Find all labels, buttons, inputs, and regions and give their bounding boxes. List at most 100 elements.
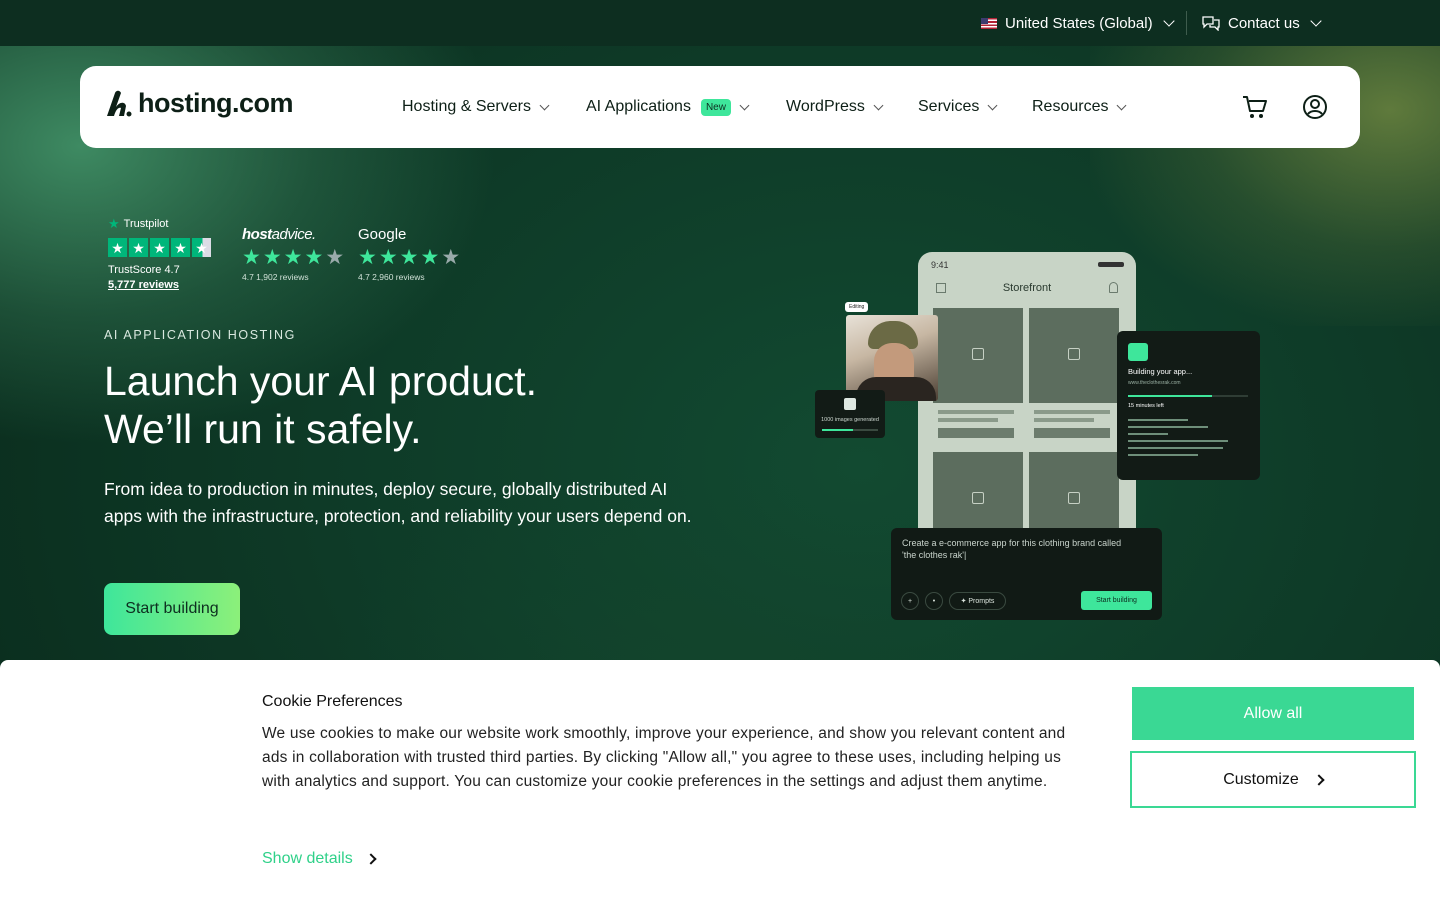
nav-label: Resources (1032, 98, 1109, 115)
region-label: United States (Global) (1005, 14, 1153, 32)
trustpilot-brand: Trustpilot (123, 218, 169, 230)
start-building-button[interactable]: Start building (104, 583, 240, 635)
cookie-banner: Cookie Preferences We use cookies to mak… (0, 660, 1440, 900)
app-logo-icon (1128, 343, 1148, 361)
cart-icon[interactable] (1242, 94, 1268, 120)
star-icon: ★ (378, 246, 398, 269)
nav-services[interactable]: Services (918, 66, 998, 148)
text-placeholder (1034, 410, 1110, 414)
google-rating[interactable]: Google ★ ★ ★ ★ ★ 4.7 2,960 reviews (358, 226, 460, 282)
hostadvice-stars: ★ ★ ★ ★ ★ (242, 247, 344, 268)
star-icon: ★ (262, 246, 282, 269)
code-line (1128, 419, 1188, 421)
trustpilot-star-icon: ★ (108, 216, 120, 231)
account-icon[interactable] (1302, 94, 1328, 120)
image-placeholder-icon (1068, 492, 1080, 504)
star-icon: ★ (304, 246, 324, 269)
google-reviews: 4.7 2,960 reviews (358, 272, 425, 282)
show-details-link[interactable]: Show details (262, 850, 377, 868)
add-icon: + (901, 592, 919, 610)
star-icon: ★ (108, 238, 127, 257)
hostadvice-logo: hostadvice. (242, 226, 344, 243)
nav-hosting-servers[interactable]: Hosting & Servers (402, 66, 550, 148)
build-progress-fill (1128, 395, 1212, 397)
code-line (1128, 433, 1168, 435)
trustpilot-reviews-link[interactable]: 5,777 reviews (108, 279, 211, 291)
region-selector[interactable]: United States (Global) (981, 0, 1175, 46)
prompt-card: Create a e-commerce app for this clothin… (891, 528, 1162, 620)
nav-label: Hosting & Servers (402, 98, 531, 115)
product-tile (933, 308, 1023, 403)
text-placeholder (1034, 418, 1094, 422)
building-text: Building your app... (1128, 367, 1193, 376)
contact-menu[interactable]: Contact us (1202, 0, 1322, 46)
progress-track (822, 429, 878, 431)
progress-fill (822, 429, 853, 431)
code-line (1128, 447, 1223, 449)
code-snippet (1128, 419, 1238, 461)
trustpilot-rating[interactable]: ★ Trustpilot ★ ★ ★ ★ ★ TrustScore 4.7 5,… (108, 216, 211, 291)
topbar-divider (1186, 11, 1187, 35)
google-logo: Google (358, 226, 407, 243)
phone-status-icons (1098, 262, 1124, 267)
customize-button[interactable]: Customize (1130, 751, 1416, 808)
star-icon: ★ (171, 238, 190, 257)
chevron-down-icon (739, 100, 750, 110)
top-bar: United States (Global) Contact us (0, 0, 1440, 46)
half-star-icon: ★ (441, 246, 461, 269)
main-nav: hosting.com Hosting & Servers AI Applica… (80, 66, 1360, 148)
phone-time: 9:41 (931, 260, 949, 270)
button-placeholder (938, 428, 1014, 438)
mock-start-building-button: Start building (1081, 591, 1152, 610)
image-placeholder-icon (1068, 348, 1080, 360)
chevron-down-icon (873, 100, 884, 110)
headline-line-2: We’ll run it safely. (104, 406, 422, 452)
nav-label: WordPress (786, 98, 865, 115)
half-star-icon: ★ (192, 238, 211, 257)
hostadvice-rating[interactable]: hostadvice. ★ ★ ★ ★ ★ 4.7 1,902 reviews (242, 226, 344, 282)
code-line (1128, 454, 1198, 456)
prompt-text: Create a e-commerce app for this clothin… (902, 538, 1122, 560)
allow-all-button[interactable]: Allow all (1132, 687, 1414, 740)
contact-label: Contact us (1228, 14, 1300, 32)
nav-resources[interactable]: Resources (1032, 66, 1127, 148)
images-generated-text: 1000 images generated (821, 417, 879, 423)
star-icon: ★ (283, 246, 303, 269)
google-stars: ★ ★ ★ ★ ★ (358, 247, 460, 268)
editing-tag: Editing (845, 302, 869, 312)
half-star-icon: ★ (325, 246, 345, 269)
nav-ai-applications[interactable]: AI Applications New (586, 66, 750, 148)
chevron-right-icon (1313, 773, 1325, 786)
prompts-pill: ✦ Prompts (949, 592, 1006, 610)
nav-wordpress[interactable]: WordPress (786, 66, 884, 148)
nav-label: Services (918, 98, 980, 115)
time-left: 15 minutes left (1128, 403, 1164, 409)
mic-icon: • (925, 592, 943, 610)
star-icon: ★ (358, 246, 377, 269)
nav-label: AI Applications (586, 98, 691, 115)
chat-icon (1202, 16, 1220, 31)
hero-headline: Launch your AI product. We’ll run it saf… (104, 357, 724, 453)
chevron-down-icon (1162, 15, 1175, 27)
text-placeholder (938, 418, 998, 422)
hosting-logo-icon (107, 90, 132, 116)
chevron-down-icon (1310, 15, 1322, 27)
logo[interactable]: hosting.com (104, 88, 294, 119)
star-icon: ★ (242, 246, 261, 269)
customize-label: Customize (1223, 770, 1299, 788)
hostadvice-logo-a: host (242, 226, 272, 243)
storefront-title: Storefront (1002, 282, 1052, 294)
app-url: www.theclothesrak.com (1128, 380, 1181, 386)
hero-lead: From idea to production in minutes, depl… (104, 479, 692, 526)
cookie-body: We use cookies to make our website work … (262, 725, 1066, 790)
hero-eyebrow: AI APPLICATION HOSTING (104, 328, 296, 342)
chevron-down-icon (987, 100, 998, 110)
logo-text: hosting.com (138, 88, 294, 118)
star-icon: ★ (129, 238, 148, 257)
bell-icon (1109, 282, 1118, 293)
images-generated-card: 1000 images generated (815, 390, 885, 438)
image-placeholder-icon (972, 348, 984, 360)
star-icon: ★ (420, 246, 440, 269)
chevron-down-icon (1117, 100, 1127, 110)
chevron-down-icon (539, 100, 550, 110)
